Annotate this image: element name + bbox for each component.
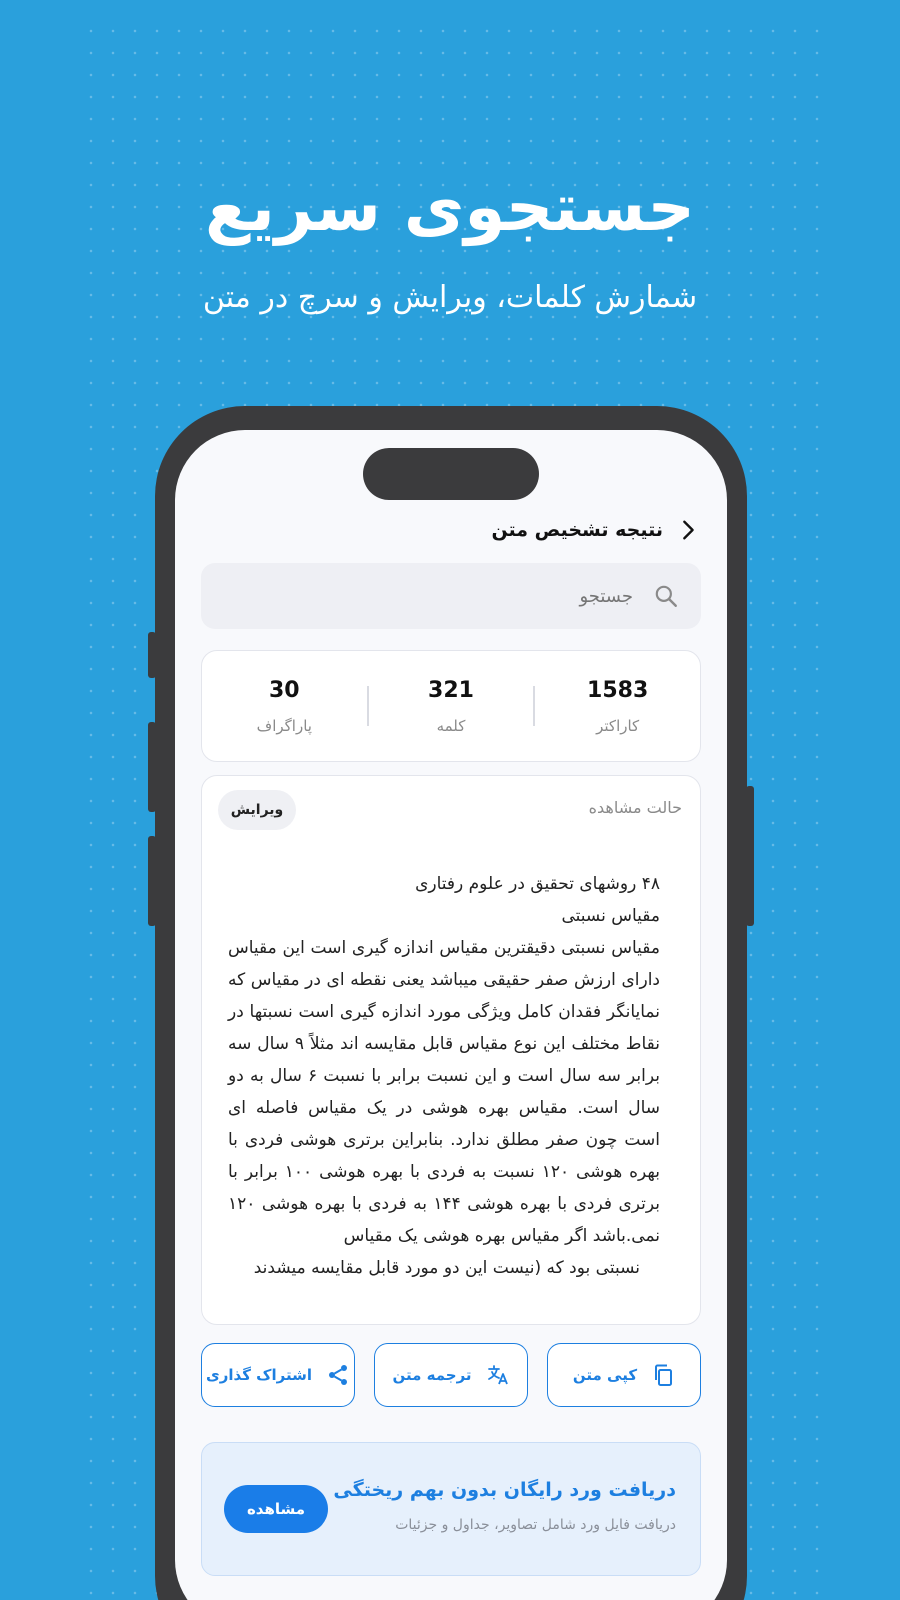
stat-value: 30 — [269, 677, 300, 703]
view-promo-button[interactable]: مشاهده — [224, 1485, 328, 1533]
stat-divider — [366, 686, 369, 726]
stat-divider — [533, 686, 536, 726]
stats-card: 1583 کاراکتر 321 کلمه 30 پاراگراف — [201, 650, 701, 762]
phone-screen: نتیجه تشخیص متن 1583 کاراکتر 321 کلمه 30… — [175, 430, 727, 1600]
view-mode-label: حالت مشاهده — [588, 798, 682, 817]
promo-subtitle: دریافت فایل ورد شامل تصاویر، جداول و جزئ… — [395, 1517, 676, 1533]
recognized-text-body[interactable]: ۴۸ روشهای تحقیق در علوم رفتاری مقیاس نسب… — [228, 868, 660, 1284]
text-line: مقیاس نسبتی دقیقترین مقیاس اندازه گیری ا… — [228, 938, 661, 1246]
stat-value: 1583 — [587, 677, 649, 703]
stat-value: 321 — [428, 677, 474, 703]
promo-title: دریافت ورد رایگان بدون بهم ریختگی — [333, 1479, 676, 1501]
stat-label: کلمه — [436, 716, 466, 735]
stat-label: پاراگراف — [256, 716, 312, 735]
page-title: نتیجه تشخیص متن — [491, 519, 663, 541]
search-input[interactable] — [253, 585, 633, 607]
action-buttons-row: کپی متن ترجمه متن اشتراک گذاری — [201, 1343, 701, 1407]
hero-title: جستجوی سریع — [205, 169, 695, 246]
stat-paragraphs: 30 پاراگراف — [202, 678, 367, 735]
word-export-promo-card: دریافت ورد رایگان بدون بهم ریختگی دریافت… — [201, 1442, 701, 1576]
share-label: اشتراک گذاری — [206, 1366, 312, 1384]
hero-subtitle: شمارش کلمات، ویرایش و سرچ در متن — [202, 280, 698, 315]
recognized-text-card: حالت مشاهده ویرایش ۴۸ روشهای تحقیق در عل… — [201, 775, 701, 1325]
translate-text-button[interactable]: ترجمه متن — [374, 1343, 528, 1407]
copy-text-button[interactable]: کپی متن — [547, 1343, 701, 1407]
stat-label: کاراکتر — [596, 716, 640, 735]
search-icon — [655, 585, 677, 607]
copy-icon — [655, 1364, 673, 1386]
phone-power-button — [746, 786, 754, 926]
translate-icon — [487, 1365, 508, 1385]
share-button[interactable]: اشتراک گذاری — [201, 1343, 355, 1407]
stat-characters: 1583 کاراکتر — [535, 678, 700, 735]
search-bar[interactable] — [201, 563, 701, 629]
share-icon — [329, 1365, 347, 1385]
text-line: مقیاس نسبتی — [561, 906, 661, 926]
text-line: نسبتی بود که (نیست این دو مورد قابل مقای… — [253, 1258, 640, 1278]
translate-text-label: ترجمه متن — [392, 1366, 472, 1384]
copy-text-label: کپی متن — [572, 1366, 638, 1384]
text-line: ۴۸ روشهای تحقیق در علوم رفتاری — [415, 874, 660, 894]
dynamic-island — [363, 448, 539, 500]
chevron-right-icon[interactable] — [677, 519, 699, 541]
app-header: نتیجه تشخیص متن — [491, 510, 699, 550]
stat-words: 321 کلمه — [369, 678, 534, 735]
edit-button[interactable]: ویرایش — [218, 790, 296, 830]
